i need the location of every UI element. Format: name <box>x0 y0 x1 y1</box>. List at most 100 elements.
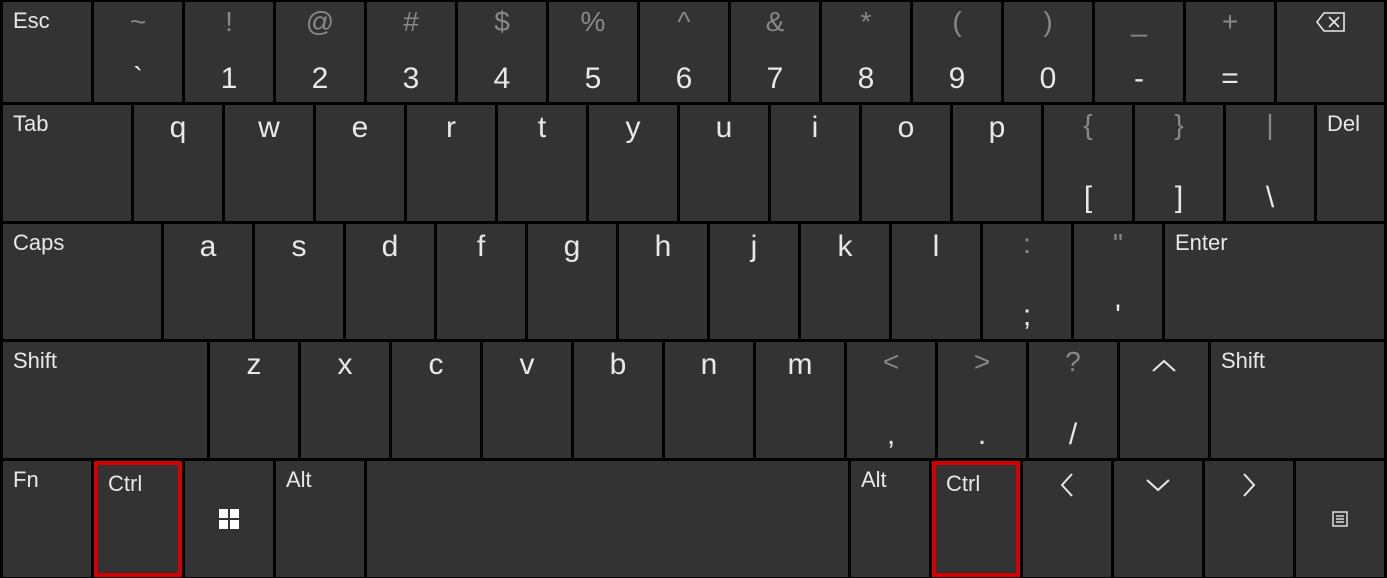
key-shift-left[interactable]: Shift <box>3 342 207 458</box>
key-alt-left[interactable]: Alt <box>276 461 364 577</box>
key-x[interactable]: x <box>301 342 389 458</box>
shift-char: @ <box>306 6 334 38</box>
main-char: \ <box>1266 181 1274 215</box>
shift-char: & <box>766 6 785 38</box>
letter: j <box>751 230 758 264</box>
key-slash[interactable]: ? / <box>1029 342 1117 458</box>
key-backslash[interactable]: | \ <box>1226 105 1314 221</box>
main-char: , <box>887 418 895 452</box>
key-ctrl-right[interactable]: Ctrl <box>932 461 1020 577</box>
key-r[interactable]: r <box>407 105 495 221</box>
key-esc[interactable]: Esc <box>3 2 91 103</box>
key-enter[interactable]: Enter <box>1165 224 1384 340</box>
windows-icon <box>218 508 240 530</box>
menu-icon <box>1332 511 1348 527</box>
key-0[interactable]: ) 0 <box>1004 2 1092 103</box>
key-b[interactable]: b <box>574 342 662 458</box>
key-9[interactable]: ( 9 <box>913 2 1001 103</box>
key-s[interactable]: s <box>255 224 343 340</box>
key-backtick[interactable]: ~ ` <box>94 2 182 103</box>
key-u[interactable]: u <box>680 105 768 221</box>
key-alt-right[interactable]: Alt <box>851 461 929 577</box>
keyboard-row-2: Tab q w e r t y u i o p { [ } ] | \ Del <box>0 104 1387 223</box>
key-2[interactable]: @ 2 <box>276 2 364 103</box>
key-5[interactable]: % 5 <box>549 2 637 103</box>
main-char: 7 <box>767 62 784 96</box>
key-o[interactable]: o <box>862 105 950 221</box>
key-windows[interactable] <box>185 461 273 577</box>
key-p[interactable]: p <box>953 105 1041 221</box>
key-tab[interactable]: Tab <box>3 105 131 221</box>
key-6[interactable]: ^ 6 <box>640 2 728 103</box>
key-label: Enter <box>1175 230 1228 256</box>
key-7[interactable]: & 7 <box>731 2 819 103</box>
letter: s <box>292 230 307 264</box>
key-arrow-right[interactable] <box>1205 461 1293 577</box>
key-f[interactable]: f <box>437 224 525 340</box>
key-context-menu[interactable] <box>1296 461 1384 577</box>
key-t[interactable]: t <box>498 105 586 221</box>
key-comma[interactable]: < , <box>847 342 935 458</box>
main-char: [ <box>1084 181 1092 215</box>
key-label: Esc <box>13 8 50 34</box>
main-char: 1 <box>221 62 238 96</box>
key-del[interactable]: Del <box>1317 105 1384 221</box>
chevron-up-icon <box>1149 357 1179 375</box>
key-m[interactable]: m <box>756 342 844 458</box>
key-8[interactable]: * 8 <box>822 2 910 103</box>
key-backspace[interactable] <box>1277 2 1384 103</box>
key-w[interactable]: w <box>225 105 313 221</box>
key-minus[interactable]: _ - <box>1095 2 1183 103</box>
main-char: 2 <box>312 62 329 96</box>
main-char: / <box>1069 418 1077 452</box>
shift-char: > <box>974 346 990 378</box>
key-c[interactable]: c <box>392 342 480 458</box>
key-j[interactable]: j <box>710 224 798 340</box>
key-equals[interactable]: + = <box>1186 2 1274 103</box>
key-d[interactable]: d <box>346 224 434 340</box>
key-k[interactable]: k <box>801 224 889 340</box>
letter: u <box>716 111 733 145</box>
key-right-bracket[interactable]: } ] <box>1135 105 1223 221</box>
key-arrow-left[interactable] <box>1023 461 1111 577</box>
chevron-left-icon <box>1058 470 1076 500</box>
key-4[interactable]: $ 4 <box>458 2 546 103</box>
key-arrow-down[interactable] <box>1114 461 1202 577</box>
key-period[interactable]: > . <box>938 342 1026 458</box>
key-semicolon[interactable]: : ; <box>983 224 1071 340</box>
key-i[interactable]: i <box>771 105 859 221</box>
key-fn[interactable]: Fn <box>3 461 91 577</box>
key-n[interactable]: n <box>665 342 753 458</box>
key-e[interactable]: e <box>316 105 404 221</box>
main-char: . <box>978 418 986 452</box>
key-label: Alt <box>861 467 887 493</box>
key-label: Shift <box>1221 348 1265 374</box>
keyboard-row-4: Shift z x c v b n m < , > . ? / Shift <box>0 341 1387 460</box>
main-char: 6 <box>676 62 693 96</box>
key-l[interactable]: l <box>892 224 980 340</box>
key-3[interactable]: # 3 <box>367 2 455 103</box>
key-arrow-up[interactable] <box>1120 342 1208 458</box>
key-apostrophe[interactable]: " ' <box>1074 224 1162 340</box>
shift-char: ( <box>952 6 961 38</box>
shift-char: " <box>1113 228 1123 260</box>
shift-char: $ <box>494 6 510 38</box>
letter: t <box>538 111 546 145</box>
keyboard-row-3: Caps a s d f g h j k l : ; " ' Enter <box>0 222 1387 341</box>
key-label: Alt <box>286 467 312 493</box>
key-a[interactable]: a <box>164 224 252 340</box>
shift-char: ^ <box>677 6 690 38</box>
key-caps[interactable]: Caps <box>3 224 161 340</box>
key-shift-right[interactable]: Shift <box>1211 342 1384 458</box>
key-q[interactable]: q <box>134 105 222 221</box>
key-v[interactable]: v <box>483 342 571 458</box>
key-ctrl-left[interactable]: Ctrl <box>94 461 182 577</box>
key-h[interactable]: h <box>619 224 707 340</box>
key-1[interactable]: ! 1 <box>185 2 273 103</box>
key-g[interactable]: g <box>528 224 616 340</box>
key-z[interactable]: z <box>210 342 298 458</box>
key-space[interactable] <box>367 461 848 577</box>
main-char: = <box>1221 62 1239 96</box>
key-y[interactable]: y <box>589 105 677 221</box>
key-left-bracket[interactable]: { [ <box>1044 105 1132 221</box>
